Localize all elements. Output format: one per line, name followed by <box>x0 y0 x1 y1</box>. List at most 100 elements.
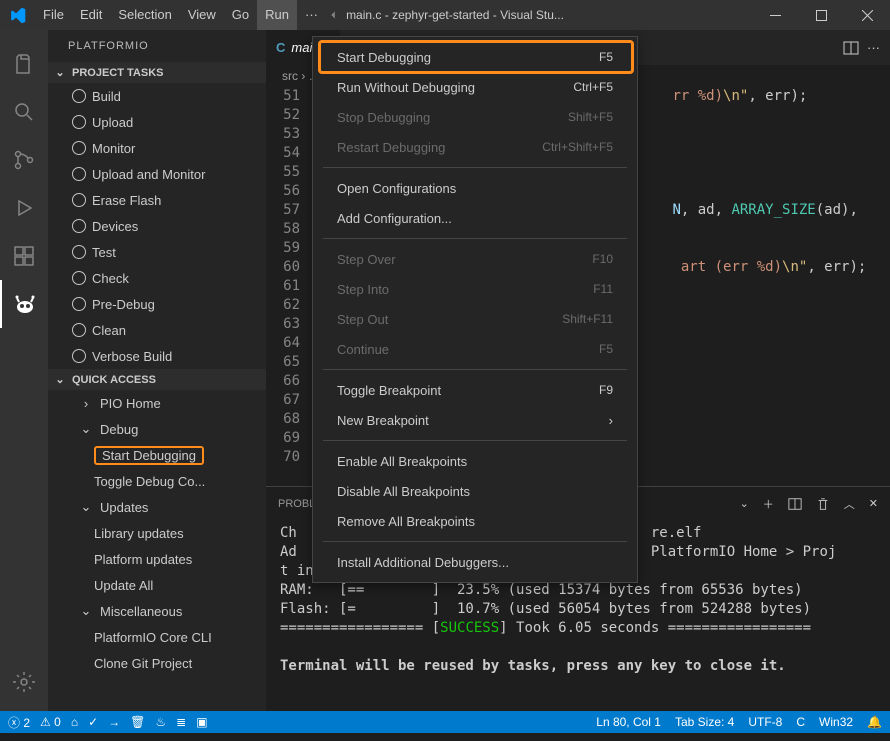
chevron-down-icon: ⌄ <box>78 421 94 437</box>
menu-item-open-configurations[interactable]: Open Configurations <box>313 173 637 203</box>
menu-selection[interactable]: Selection <box>110 0 179 30</box>
platform-updates-item[interactable]: Platform updates <box>48 546 266 572</box>
menu-item-add-configuration-[interactable]: Add Configuration... <box>313 203 637 233</box>
menu-file[interactable]: File <box>35 0 72 30</box>
chevron-right-icon: › <box>78 396 94 411</box>
status-errors[interactable]: ⓧ 2 <box>8 714 30 731</box>
status-clean-icon[interactable]: 🗑 <box>130 715 145 729</box>
menu-item-step-out: Step OutShift+F11 <box>313 304 637 334</box>
status-home-icon[interactable]: ⌂ <box>71 715 78 729</box>
status-upload-icon[interactable]: → <box>108 715 120 729</box>
platformio-icon[interactable] <box>0 280 48 328</box>
extensions-icon[interactable] <box>0 232 48 280</box>
task-icon <box>72 271 86 285</box>
menu-item-run-without-debugging[interactable]: Run Without DebuggingCtrl+F5 <box>313 72 637 102</box>
menu-item-restart-debugging: Restart DebuggingCtrl+Shift+F5 <box>313 132 637 162</box>
chevron-down-icon: ⌄ <box>52 66 68 79</box>
arrow-left-icon <box>326 8 340 22</box>
task-icon <box>72 141 86 155</box>
kill-terminal-icon[interactable] <box>816 497 830 511</box>
titlebar: File Edit Selection View Go Run ··· main… <box>0 0 890 30</box>
menu-run[interactable]: Run <box>257 0 297 30</box>
debug-group[interactable]: ⌄ Debug <box>48 416 266 442</box>
task-item[interactable]: Test <box>48 239 266 265</box>
more-actions-icon[interactable]: ··· <box>867 40 880 56</box>
statusbar: ⓧ 2 ⚠ 0 ⌂ ✓ → 🗑 ♨ ≣ ▣ Ln 80, Col 1 Tab S… <box>0 711 890 733</box>
status-build-icon[interactable]: ✓ <box>88 715 98 729</box>
task-icon <box>72 167 86 181</box>
source-control-icon[interactable] <box>0 136 48 184</box>
menu-item-toggle-breakpoint[interactable]: Toggle BreakpointF9 <box>313 375 637 405</box>
task-item[interactable]: Upload <box>48 109 266 135</box>
window-controls <box>752 0 890 30</box>
c-file-icon: C <box>276 40 285 55</box>
debug-icon[interactable] <box>0 184 48 232</box>
search-icon[interactable] <box>0 88 48 136</box>
task-item[interactable]: Check <box>48 265 266 291</box>
status-encoding[interactable]: UTF-8 <box>748 715 782 729</box>
close-button[interactable] <box>844 0 890 30</box>
pio-core-cli-item[interactable]: PlatformIO Core CLI <box>48 624 266 650</box>
library-updates-item[interactable]: Library updates <box>48 520 266 546</box>
new-terminal-icon[interactable]: ＋ <box>763 496 774 512</box>
status-bell-icon[interactable]: 🔔 <box>867 715 882 729</box>
status-lang[interactable]: C <box>796 715 805 729</box>
menubar: File Edit Selection View Go Run ··· <box>35 0 326 30</box>
task-icon <box>72 349 86 363</box>
status-eol[interactable]: Win32 <box>819 715 853 729</box>
task-icon <box>72 323 86 337</box>
chevron-down-icon: ⌄ <box>52 373 68 386</box>
task-icon <box>72 245 86 259</box>
maximize-button[interactable] <box>798 0 844 30</box>
task-icon <box>72 115 86 129</box>
task-item[interactable]: Pre-Debug <box>48 291 266 317</box>
close-panel-icon[interactable]: ✕ <box>869 497 878 510</box>
project-tasks-header[interactable]: ⌄ PROJECT TASKS <box>48 62 266 83</box>
toggle-debug-item[interactable]: Toggle Debug Co... <box>48 468 266 494</box>
task-item[interactable]: Build <box>48 83 266 109</box>
minimize-button[interactable] <box>752 0 798 30</box>
misc-group[interactable]: ⌄ Miscellaneous <box>48 598 266 624</box>
menu-item-start-debugging[interactable]: Start DebuggingF5 <box>313 42 637 72</box>
window-title: main.c - zephyr-get-started - Visual Stu… <box>326 8 564 22</box>
task-item[interactable]: Clean <box>48 317 266 343</box>
status-warnings[interactable]: ⚠ 0 <box>40 715 61 729</box>
maximize-panel-icon[interactable]: ︿ <box>844 496 855 512</box>
menu-go[interactable]: Go <box>224 0 257 30</box>
clone-git-item[interactable]: Clone Git Project <box>48 650 266 676</box>
status-terminal-icon[interactable]: ▣ <box>196 715 207 729</box>
menu-view[interactable]: View <box>180 0 224 30</box>
menu-item-disable-all-breakpoints[interactable]: Disable All Breakpoints <box>313 476 637 506</box>
pio-home-item[interactable]: › PIO Home <box>48 390 266 416</box>
settings-gear-icon[interactable] <box>0 658 48 706</box>
task-item[interactable]: Devices <box>48 213 266 239</box>
task-item[interactable]: Monitor <box>48 135 266 161</box>
vscode-logo-icon <box>0 7 35 24</box>
menu-item-enable-all-breakpoints[interactable]: Enable All Breakpoints <box>313 446 637 476</box>
terminal-dropdown-icon[interactable]: ⌄ <box>740 497 749 510</box>
menu-item-new-breakpoint[interactable]: New Breakpoint› <box>313 405 637 435</box>
activity-bar <box>0 30 48 711</box>
split-terminal-icon[interactable] <box>788 497 802 511</box>
explorer-icon[interactable] <box>0 40 48 88</box>
update-all-item[interactable]: Update All <box>48 572 266 598</box>
menu-item-install-additional-debuggers-[interactable]: Install Additional Debuggers... <box>313 547 637 577</box>
start-debugging-item[interactable]: Start Debugging <box>48 442 266 468</box>
menu-edit[interactable]: Edit <box>72 0 110 30</box>
status-cursor[interactable]: Ln 80, Col 1 <box>596 715 661 729</box>
split-editor-icon[interactable] <box>843 40 859 56</box>
task-item[interactable]: Erase Flash <box>48 187 266 213</box>
quick-access-header[interactable]: ⌄ QUICK ACCESS <box>48 369 266 390</box>
task-item[interactable]: Upload and Monitor <box>48 161 266 187</box>
chevron-down-icon: ⌄ <box>78 603 94 619</box>
task-item[interactable]: Verbose Build <box>48 343 266 369</box>
status-test-icon[interactable]: ♨ <box>155 715 166 729</box>
updates-group[interactable]: ⌄ Updates <box>48 494 266 520</box>
sidebar: PLATFORMIO ⌄ PROJECT TASKS BuildUploadMo… <box>48 30 266 711</box>
status-tabsize[interactable]: Tab Size: 4 <box>675 715 734 729</box>
menu-item-step-over: Step OverF10 <box>313 244 637 274</box>
task-icon <box>72 89 86 103</box>
menu-more[interactable]: ··· <box>297 0 326 30</box>
menu-item-remove-all-breakpoints[interactable]: Remove All Breakpoints <box>313 506 637 536</box>
status-serial-icon[interactable]: ≣ <box>176 715 186 729</box>
